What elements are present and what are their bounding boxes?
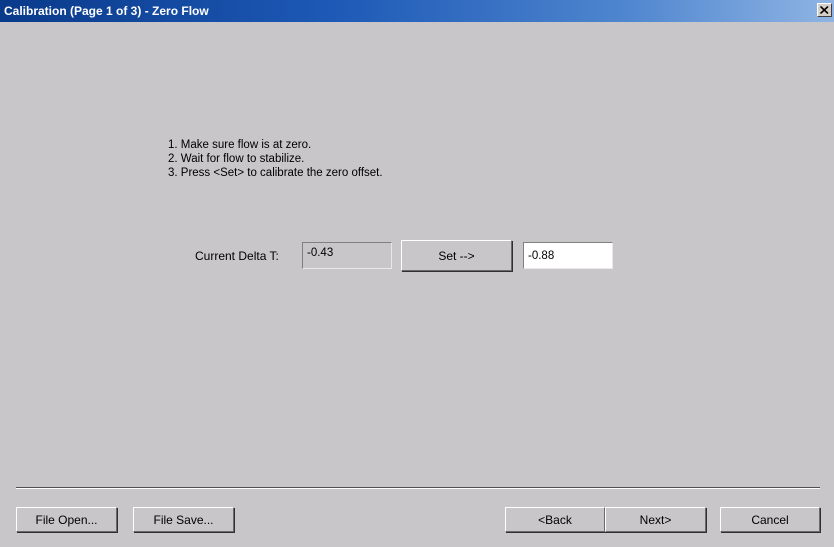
close-icon [820, 6, 829, 14]
calibration-dialog: Calibration (Page 1 of 3) - Zero Flow 1.… [0, 0, 834, 547]
set-button[interactable]: Set --> [401, 240, 512, 271]
zero-offset-input[interactable] [523, 242, 613, 269]
instructions: 1. Make sure flow is at zero. 2. Wait fo… [168, 138, 383, 180]
title-bar[interactable]: Calibration (Page 1 of 3) - Zero Flow [0, 0, 834, 22]
instruction-step-1: 1. Make sure flow is at zero. [168, 139, 312, 151]
instruction-step-2: 2. Wait for flow to stabilize. [168, 153, 305, 165]
window-title: Calibration (Page 1 of 3) - Zero Flow [4, 4, 209, 18]
current-delta-label: Current Delta T: [195, 249, 279, 263]
footer-divider [16, 487, 820, 489]
cancel-button[interactable]: Cancel [720, 507, 820, 532]
next-button[interactable]: Next> [605, 507, 706, 532]
instruction-step-3: 3. Press <Set> to calibrate the zero off… [168, 167, 383, 179]
file-open-button[interactable]: File Open... [16, 507, 117, 532]
file-save-button[interactable]: File Save... [133, 507, 234, 532]
current-delta-field: -0.43 [302, 242, 392, 269]
close-button[interactable] [817, 3, 832, 17]
back-button[interactable]: <Back [505, 507, 605, 532]
